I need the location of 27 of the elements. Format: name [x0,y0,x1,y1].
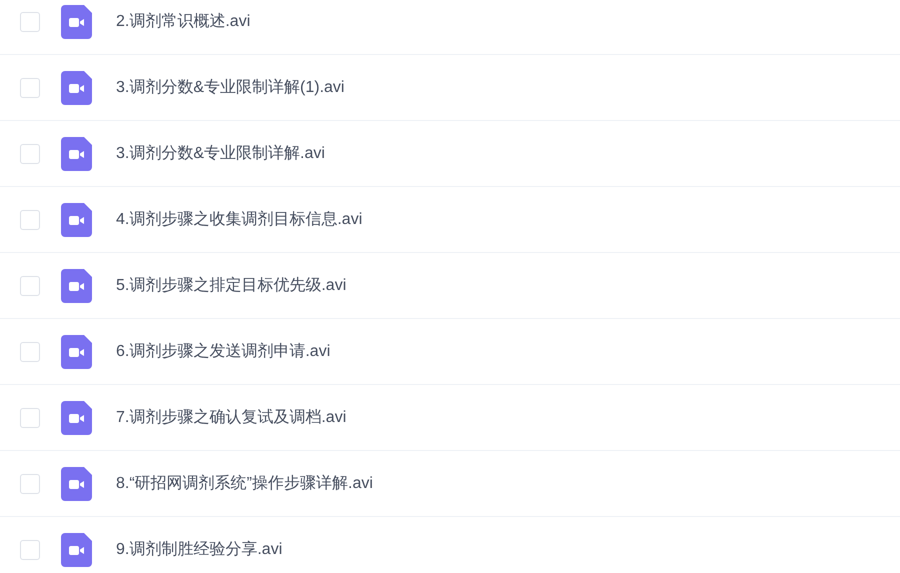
file-name[interactable]: 5.调剂步骤之排定目标优先级.avi [116,274,346,298]
video-file-icon [61,4,92,38]
video-file-icon [61,334,92,368]
file-name[interactable]: 6.调剂步骤之发送调剂申请.avi [116,340,330,364]
video-file-icon [61,70,92,104]
file-name[interactable]: 3.调剂分数&专业限制详解.avi [116,142,325,166]
checkbox[interactable] [20,276,40,296]
video-file-icon [61,532,92,566]
checkbox[interactable] [20,12,40,32]
video-file-icon [61,268,92,302]
video-file-icon [61,400,92,434]
file-name[interactable]: 2.调剂常识概述.avi [116,10,250,34]
checkbox[interactable] [20,210,40,230]
checkbox[interactable] [20,144,40,164]
video-file-icon [61,466,92,500]
checkbox[interactable] [20,540,40,560]
file-name[interactable]: 4.调剂步骤之收集调剂目标信息.avi [116,208,362,232]
checkbox[interactable] [20,408,40,428]
checkbox[interactable] [20,474,40,494]
file-name[interactable]: 9.调剂制胜经验分享.avi [116,538,282,562]
file-name[interactable]: 8.“研招网调剂系统”操作步骤详解.avi [116,472,373,496]
video-file-icon [61,136,92,170]
video-file-icon [61,202,92,236]
file-name[interactable]: 7.调剂步骤之确认复试及调档.avi [116,406,346,430]
checkbox[interactable] [20,78,40,98]
checkbox[interactable] [20,342,40,362]
file-name[interactable]: 3.调剂分数&专业限制详解(1).avi [116,76,344,100]
